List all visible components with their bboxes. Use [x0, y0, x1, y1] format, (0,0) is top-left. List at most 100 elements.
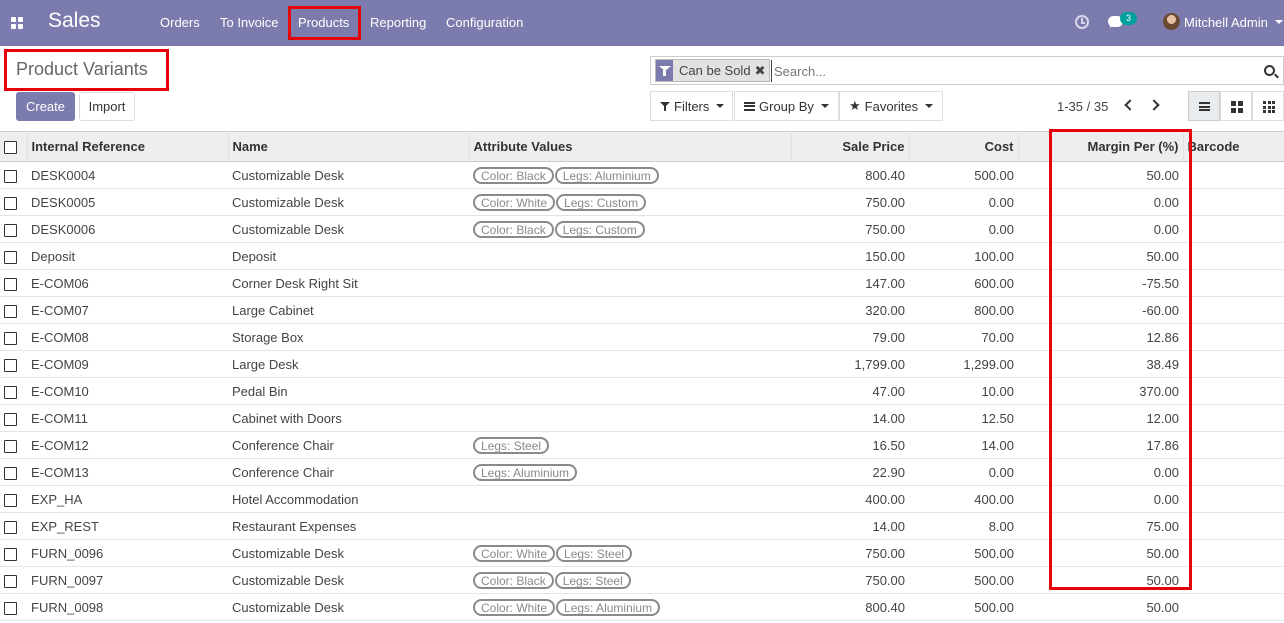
table-row[interactable]: E-COM07 Large Cabinet 320.00 800.00 -60.00	[0, 296, 1284, 324]
table-row[interactable]: E-COM08 Storage Box 79.00 70.00 12.86	[0, 323, 1284, 351]
cell-cost: 8.00	[909, 512, 1018, 540]
col-internal-reference[interactable]: Internal Reference	[27, 131, 229, 162]
col-sale-price[interactable]: Sale Price	[791, 131, 910, 162]
favorites-dropdown[interactable]: ★ Favorites	[839, 91, 943, 121]
search-facet[interactable]: Can be Sold ✖	[655, 59, 771, 82]
row-checkbox[interactable]	[4, 439, 17, 453]
row-select-cell[interactable]	[0, 269, 27, 297]
row-select-cell[interactable]	[0, 350, 27, 378]
row-select-cell[interactable]	[0, 512, 27, 540]
filters-dropdown[interactable]: Filters	[650, 91, 733, 121]
row-select-cell[interactable]	[0, 161, 27, 189]
table-row[interactable]: FURN_0096 Customizable Desk Color: White Le…	[0, 539, 1284, 567]
menu-configuration[interactable]: Configuration	[446, 15, 523, 30]
row-checkbox[interactable]	[4, 574, 17, 588]
menu-to-invoice[interactable]: To Invoice	[220, 15, 279, 30]
row-checkbox[interactable]	[4, 412, 17, 426]
cell-margin-per: 370.00	[1049, 377, 1183, 405]
row-checkbox[interactable]	[4, 358, 17, 372]
table-row[interactable]: Deposit Deposit 150.00 100.00 50.00	[0, 242, 1284, 270]
row-select-cell[interactable]	[0, 296, 27, 324]
table-row[interactable]: E-COM06 Corner Desk Right Sit 147.00 600.00…	[0, 269, 1284, 297]
cell-spacer	[1018, 377, 1049, 405]
row-checkbox[interactable]	[4, 601, 17, 615]
cell-sale-price: 147.00	[791, 269, 909, 297]
user-menu-caret-icon[interactable]	[1275, 20, 1283, 24]
cell-barcode	[1183, 404, 1284, 432]
row-checkbox[interactable]	[4, 520, 17, 534]
bars-icon	[744, 101, 755, 111]
groupby-dropdown[interactable]: Group By	[734, 91, 839, 121]
cell-spacer	[1018, 323, 1049, 351]
cell-barcode	[1183, 377, 1284, 405]
import-button[interactable]: Import	[79, 92, 135, 121]
col-name[interactable]: Name	[228, 131, 470, 162]
table-row[interactable]: E-COM11 Cabinet with Doors 14.00 12.50 12.00	[0, 404, 1284, 432]
row-checkbox[interactable]	[4, 547, 17, 561]
row-select-cell[interactable]	[0, 566, 27, 594]
table-row[interactable]: FURN_0097 Customizable Desk Color: Black Le…	[0, 566, 1284, 594]
cell-cost: 500.00	[909, 566, 1018, 594]
table-row[interactable]: E-COM13 Conference Chair Legs: Aluminium 22…	[0, 458, 1284, 486]
facet-remove-icon[interactable]: ✖	[755, 63, 770, 79]
table-row[interactable]: E-COM09 Large Desk 1,799.00 1,299.00 38.49	[0, 350, 1284, 378]
row-select-cell[interactable]	[0, 323, 27, 351]
row-select-cell[interactable]	[0, 458, 27, 486]
row-select-cell[interactable]	[0, 188, 27, 216]
row-select-cell[interactable]	[0, 485, 27, 513]
row-checkbox[interactable]	[4, 493, 17, 507]
col-margin-per[interactable]: Margin Per (%)	[1049, 131, 1184, 162]
row-checkbox[interactable]	[4, 277, 17, 291]
table-row[interactable]: DESK0004 Customizable Desk Color: Black Leg…	[0, 161, 1284, 189]
activity-clock-icon[interactable]	[1075, 15, 1089, 29]
kanban-view-button[interactable]	[1220, 91, 1252, 121]
row-select-cell[interactable]	[0, 242, 27, 270]
row-select-cell[interactable]	[0, 404, 27, 432]
select-all-checkbox[interactable]	[4, 141, 17, 155]
cell-barcode	[1183, 539, 1284, 567]
row-checkbox[interactable]	[4, 223, 17, 237]
cell-internal-reference: FURN_0098	[27, 593, 228, 621]
col-attribute-values[interactable]: Attribute Values	[469, 131, 792, 162]
row-select-cell[interactable]	[0, 431, 27, 459]
menu-orders[interactable]: Orders	[160, 15, 200, 30]
row-checkbox[interactable]	[4, 196, 17, 210]
row-checkbox[interactable]	[4, 169, 17, 183]
app-brand[interactable]: Sales	[48, 9, 101, 33]
table-row[interactable]: E-COM12 Conference Chair Legs: Steel 16.50 1…	[0, 431, 1284, 459]
row-checkbox[interactable]	[4, 331, 17, 345]
pager-next-icon[interactable]	[1148, 99, 1160, 111]
table-row[interactable]: EXP_REST Restaurant Expenses 14.00 8.00 75.0…	[0, 512, 1284, 540]
row-select-cell[interactable]	[0, 539, 27, 567]
col-cost[interactable]: Cost	[909, 131, 1019, 162]
select-all-cell[interactable]	[0, 131, 28, 162]
menu-reporting[interactable]: Reporting	[370, 15, 426, 30]
filters-label: Filters	[674, 98, 710, 114]
apps-grid-icon[interactable]	[11, 17, 23, 29]
list-view-button[interactable]	[1188, 91, 1220, 121]
user-name[interactable]: Mitchell Admin	[1184, 15, 1268, 30]
table-row[interactable]: E-COM10 Pedal Bin 47.00 10.00 370.00	[0, 377, 1284, 405]
pager-value[interactable]: 1-35 / 35	[1057, 99, 1108, 114]
user-avatar[interactable]	[1163, 13, 1180, 30]
create-button[interactable]: Create	[16, 92, 75, 121]
row-checkbox[interactable]	[4, 250, 17, 264]
table-row[interactable]: EXP_HA Hotel Accommodation 400.00 400.00 0.0…	[0, 485, 1284, 513]
row-select-cell[interactable]	[0, 215, 27, 243]
table-row[interactable]: DESK0006 Customizable Desk Color: Black Leg…	[0, 215, 1284, 243]
cell-internal-reference: FURN_0096	[27, 539, 228, 567]
col-barcode[interactable]: Barcode	[1183, 131, 1284, 162]
search-input[interactable]	[771, 60, 1251, 82]
table-row[interactable]: FURN_0098 Customizable Desk Color: White Le…	[0, 593, 1284, 621]
grid-view-button[interactable]	[1252, 91, 1284, 121]
row-checkbox[interactable]	[4, 385, 17, 399]
row-select-cell[interactable]	[0, 593, 27, 621]
row-checkbox[interactable]	[4, 466, 17, 480]
cell-margin-per: -60.00	[1049, 296, 1183, 324]
pager-previous-icon[interactable]	[1124, 99, 1136, 111]
table-row[interactable]: DESK0005 Customizable Desk Color: White Leg…	[0, 188, 1284, 216]
row-select-cell[interactable]	[0, 377, 27, 405]
filter-icon	[660, 101, 670, 111]
search-icon[interactable]	[1264, 65, 1275, 76]
row-checkbox[interactable]	[4, 304, 17, 318]
